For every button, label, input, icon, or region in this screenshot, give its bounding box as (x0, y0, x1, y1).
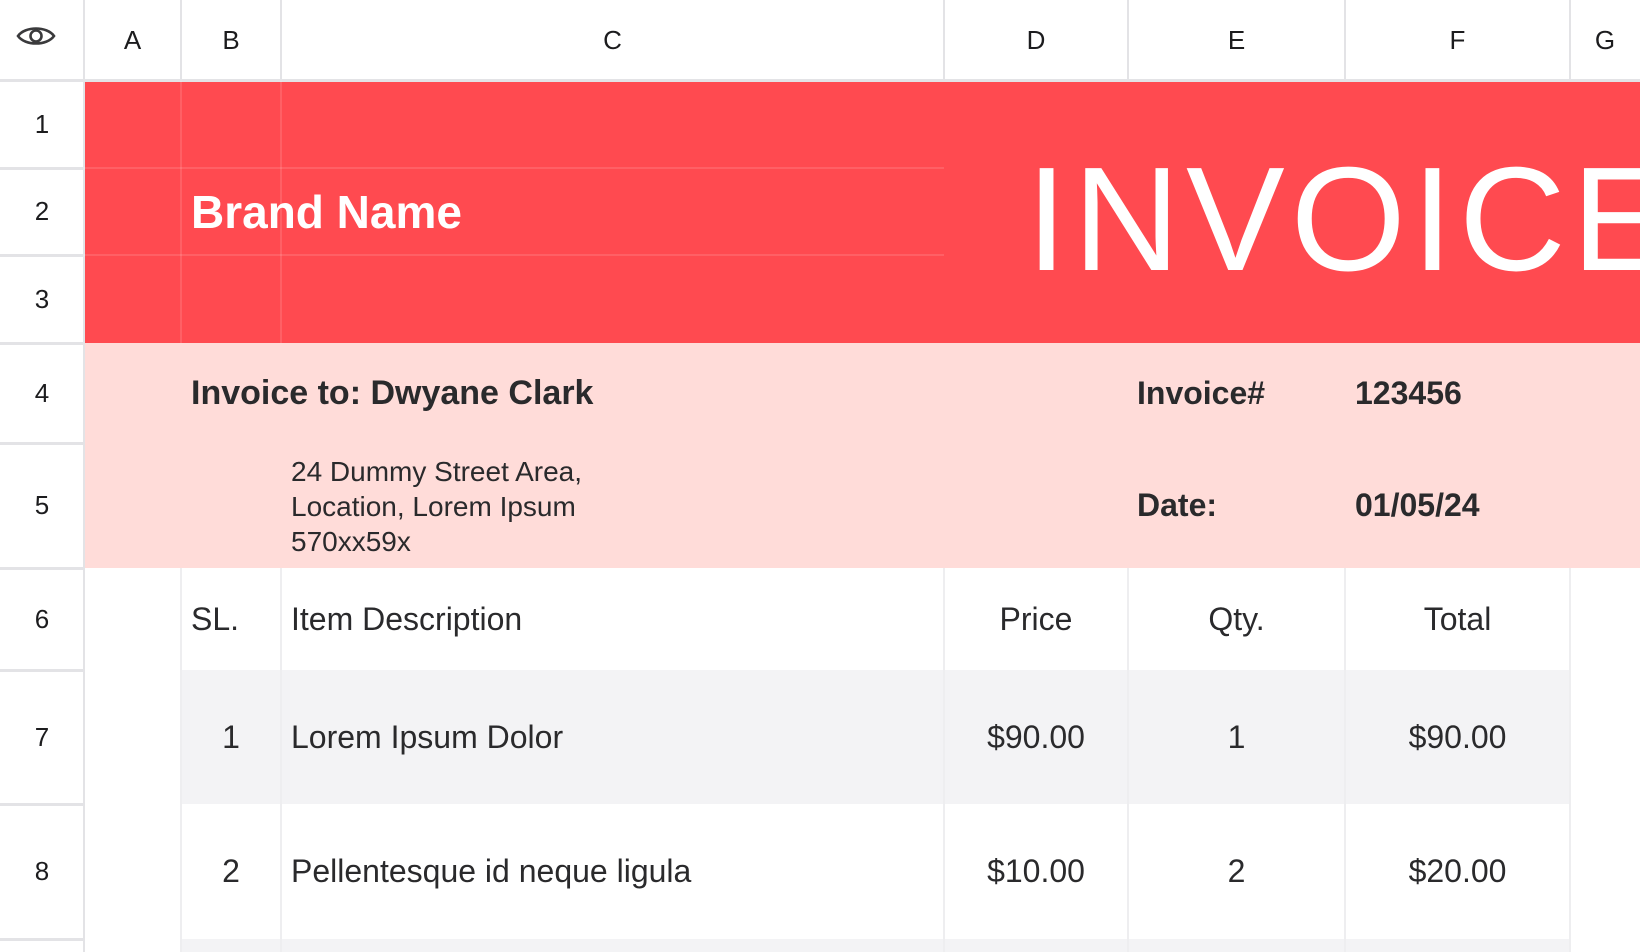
grid-line (83, 81, 85, 952)
address-line-1: 24 Dummy Street Area, (291, 456, 583, 487)
row1-price[interactable]: $90.00 (944, 670, 1128, 804)
grid-line (1569, 0, 1571, 81)
grid-line (180, 0, 182, 81)
row-header-2[interactable]: 2 (0, 168, 84, 255)
header-qty[interactable]: Qty. (1128, 568, 1345, 670)
invoice-title[interactable]: INVOICE (1026, 146, 1640, 294)
item-row-3-band (180, 939, 1570, 952)
grid-line (0, 567, 84, 570)
row2-total[interactable]: $20.00 (1345, 804, 1570, 939)
row-header-6[interactable]: 6 (0, 568, 84, 670)
brand-name[interactable]: Brand Name (191, 168, 462, 255)
grid-line (1344, 0, 1346, 81)
grid-line (180, 81, 182, 343)
eye-icon (16, 27, 56, 45)
column-header-g[interactable]: G (1570, 0, 1640, 81)
invoice-number-value[interactable]: 123456 (1355, 343, 1462, 443)
grid-line (0, 342, 84, 345)
header-item-description[interactable]: Item Description (291, 568, 522, 670)
row-header-8[interactable]: 8 (0, 804, 84, 939)
row2-description[interactable]: Pellentesque id neque ligula (291, 804, 691, 939)
grid-line (1127, 0, 1129, 81)
grid-line (0, 803, 84, 806)
grid-line (0, 167, 84, 170)
billing-address[interactable]: 24 Dummy Street Area, Location, Lorem Ip… (291, 454, 891, 559)
column-header-d[interactable]: D (944, 0, 1128, 81)
address-line-2: Location, Lorem Ipsum (291, 491, 576, 522)
select-all-corner[interactable] (0, 0, 84, 81)
spreadsheet-frame: A B C D E F G 1 2 3 4 5 6 7 8 Brand Name… (0, 0, 1640, 952)
row-header-3[interactable]: 3 (0, 255, 84, 343)
column-header-f[interactable]: F (1345, 0, 1570, 81)
row1-qty[interactable]: 1 (1128, 670, 1345, 804)
invoice-number-label[interactable]: Invoice# (1137, 343, 1265, 443)
header-sl[interactable]: SL. (191, 568, 239, 670)
row-header-4[interactable]: 4 (0, 343, 84, 443)
grid-line (83, 0, 85, 81)
grid-line (0, 669, 84, 672)
date-value[interactable]: 01/05/24 (1355, 443, 1480, 568)
grid-line (0, 254, 84, 257)
row1-sl[interactable]: 1 (181, 670, 281, 804)
row-header-1[interactable]: 1 (0, 81, 84, 168)
address-line-3: 570xx59x (291, 526, 411, 557)
row2-sl[interactable]: 2 (181, 804, 281, 939)
row1-description[interactable]: Lorem Ipsum Dolor (291, 670, 563, 804)
row1-total[interactable]: $90.00 (1345, 670, 1570, 804)
row-header-5[interactable]: 5 (0, 443, 84, 568)
grid-line (0, 442, 84, 445)
grid-line (943, 0, 945, 81)
column-header-c[interactable]: C (281, 0, 944, 81)
row-header-7[interactable]: 7 (0, 670, 84, 804)
column-header-e[interactable]: E (1128, 0, 1345, 81)
invoice-to-label[interactable]: Invoice to: Dwyane Clark (191, 343, 593, 443)
row2-price[interactable]: $10.00 (944, 804, 1128, 939)
grid-line (0, 938, 84, 941)
column-header-b[interactable]: B (181, 0, 281, 81)
header-price[interactable]: Price (944, 568, 1128, 670)
date-label[interactable]: Date: (1137, 443, 1217, 568)
grid-line (0, 79, 1640, 82)
grid-line (280, 0, 282, 81)
column-header-a[interactable]: A (84, 0, 181, 81)
header-total[interactable]: Total (1345, 568, 1570, 670)
row2-qty[interactable]: 2 (1128, 804, 1345, 939)
